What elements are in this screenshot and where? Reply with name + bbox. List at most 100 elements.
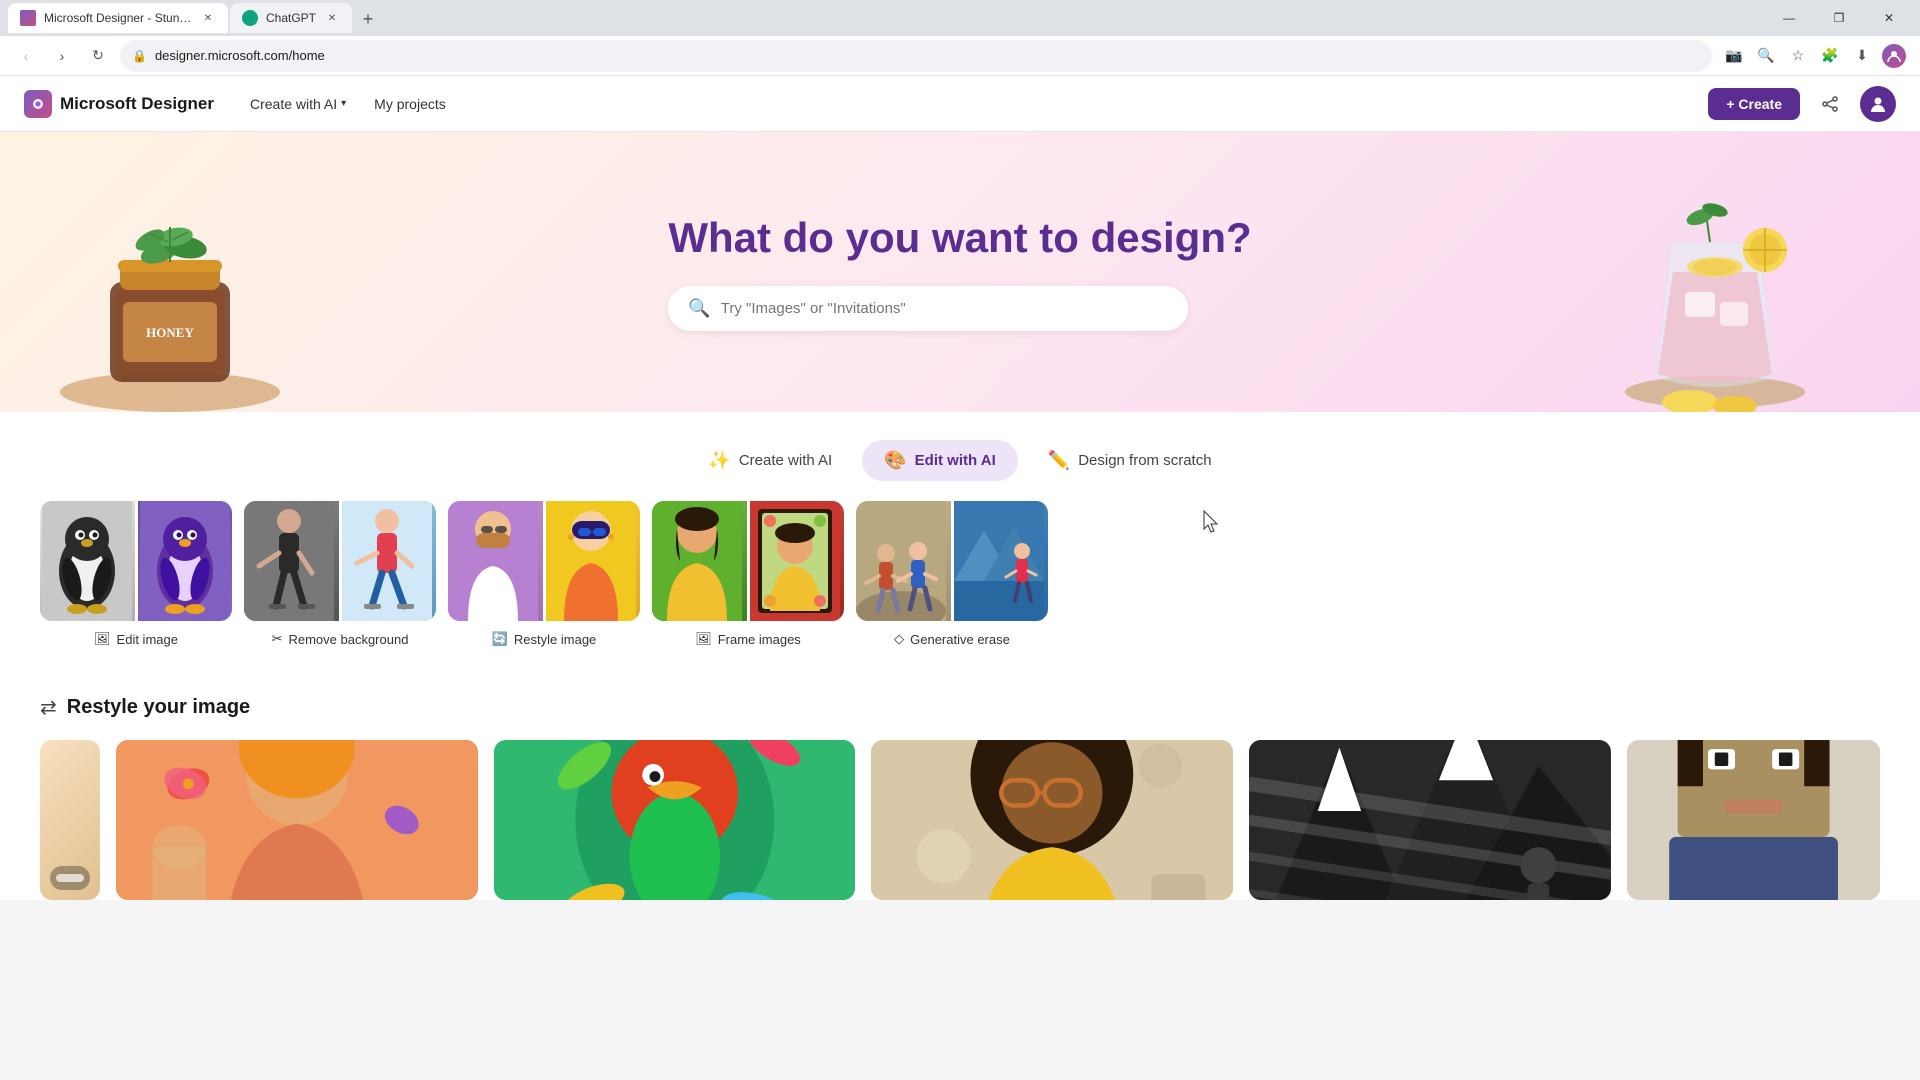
new-tab-button[interactable]: + xyxy=(354,5,382,33)
restyle-card-0[interactable] xyxy=(40,740,100,900)
close-button[interactable]: ✕ xyxy=(1866,3,1912,33)
chevron-down-icon: ▾ xyxy=(341,98,346,109)
zoom-icon[interactable]: 🔍 xyxy=(1752,42,1780,70)
hero-content: What do you want to design? 🔍 xyxy=(668,214,1251,331)
browser-tab-chatgpt[interactable]: ChatGPT ✕ xyxy=(230,3,352,33)
card-img-portrait-framed xyxy=(750,501,845,621)
refresh-button[interactable]: ↻ xyxy=(84,42,112,70)
maximize-button[interactable]: ❐ xyxy=(1816,3,1862,33)
screenshot-icon[interactable]: 📷 xyxy=(1720,42,1748,70)
restyle-card-2[interactable] xyxy=(494,740,856,900)
pencil-icon: ✏️ xyxy=(1048,450,1070,471)
download-icon[interactable]: ⬇ xyxy=(1848,42,1876,70)
card-generative-erase[interactable]: ◇ Generative erase xyxy=(856,501,1048,647)
restyle-card-5[interactable] xyxy=(1627,740,1880,900)
restyle-icon: 🔄 xyxy=(492,631,508,647)
app-header-right: + Create xyxy=(1708,86,1896,122)
edit-cards-row: 🖼 Edit image xyxy=(40,501,1880,647)
card-img-hikers-erased xyxy=(954,501,1049,621)
create-button[interactable]: + Create xyxy=(1708,88,1800,120)
restyle-card-4[interactable] xyxy=(1249,740,1611,900)
nav-my-projects[interactable]: My projects xyxy=(362,90,458,118)
tab-close-chatgpt[interactable]: ✕ xyxy=(324,10,340,26)
hero-section: HONEY What do you want to design? 🔍 xyxy=(0,132,1920,412)
card-img-hikers-photo xyxy=(856,501,951,621)
browser-tabs: Microsoft Designer - Stunning... ✕ ChatG… xyxy=(8,3,1762,33)
browser-titlebar: Microsoft Designer - Stunning... ✕ ChatG… xyxy=(0,0,1920,36)
lock-icon: 🔒 xyxy=(132,49,147,63)
card-restyle-preview xyxy=(448,501,640,621)
tab-design-scratch[interactable]: ✏️ Design from scratch xyxy=(1026,440,1234,481)
browser-toolbar: ‹ › ↻ 🔒 designer.microsoft.com/home 📷 🔍 … xyxy=(0,36,1920,76)
card-img-woman-cartoon xyxy=(546,501,641,621)
tab-close-designer[interactable]: ✕ xyxy=(200,10,216,26)
frame-text: Frame images xyxy=(718,632,801,647)
restyle-images-row xyxy=(40,740,1880,900)
browser-window-controls: — ❐ ✕ xyxy=(1766,3,1912,33)
tab-favicon-designer xyxy=(20,10,36,26)
card-restyle-image[interactable]: 🔄 Restyle image xyxy=(448,501,640,647)
address-bar[interactable]: 🔒 designer.microsoft.com/home xyxy=(120,40,1712,72)
restyle-header-icon: ⇄ xyxy=(40,695,57,720)
user-avatar[interactable] xyxy=(1860,86,1896,122)
app-name: Microsoft Designer xyxy=(60,94,214,114)
edit-image-icon: 🖼 xyxy=(94,631,111,647)
browser-toolbar-actions: 📷 🔍 ☆ 🧩 ⬇ xyxy=(1720,42,1908,70)
card-img-penguin-bw xyxy=(40,501,135,621)
restyle-card-3[interactable] xyxy=(871,740,1233,900)
card-restyle-label: 🔄 Restyle image xyxy=(492,631,597,647)
minimize-button[interactable]: — xyxy=(1766,3,1812,33)
card-erase-label: ◇ Generative erase xyxy=(894,631,1010,647)
nav-create-ai[interactable]: Create with AI ▾ xyxy=(238,90,358,118)
browser-chrome: Microsoft Designer - Stunning... ✕ ChatG… xyxy=(0,0,1920,76)
tab-favicon-chatgpt xyxy=(242,10,258,26)
hero-search-bar[interactable]: 🔍 xyxy=(668,286,1188,331)
nav-create-ai-label: Create with AI xyxy=(250,96,337,112)
forward-button[interactable]: › xyxy=(48,42,76,70)
erase-text: Generative erase xyxy=(910,632,1010,647)
restyle-text: Restyle image xyxy=(514,632,596,647)
card-remove-bg-preview xyxy=(244,501,436,621)
nav-my-projects-label: My projects xyxy=(374,96,446,112)
hero-title: What do you want to design? xyxy=(668,214,1251,262)
hero-decoration-right xyxy=(1560,162,1860,412)
card-img-portrait-photo xyxy=(652,501,747,621)
card-remove-background[interactable]: ✂ Remove background xyxy=(244,501,436,647)
app-container: Microsoft Designer Create with AI ▾ My p… xyxy=(0,76,1920,900)
tab-create-ai-label: Create with AI xyxy=(739,452,832,469)
edit-cards-section: 🖼 Edit image xyxy=(0,501,1920,679)
frame-icon: 🖼 xyxy=(695,631,712,647)
remove-bg-text: Remove background xyxy=(288,632,408,647)
tab-design-scratch-label: Design from scratch xyxy=(1078,452,1211,469)
back-button[interactable]: ‹ xyxy=(12,42,40,70)
tab-edit-ai[interactable]: 🎨 Edit with AI xyxy=(862,440,1018,481)
browser-tab-designer[interactable]: Microsoft Designer - Stunning... ✕ xyxy=(8,3,228,33)
card-edit-image-label: 🖼 Edit image xyxy=(94,631,178,647)
bookmark-star-icon[interactable]: ☆ xyxy=(1784,42,1812,70)
restyle-header-title: Restyle your image xyxy=(67,696,250,719)
restyle-card-1[interactable] xyxy=(116,740,478,900)
card-frame-preview xyxy=(652,501,844,621)
tab-create-ai[interactable]: ✨ Create with AI xyxy=(686,440,854,481)
share-button[interactable] xyxy=(1812,86,1848,122)
card-remove-bg-label: ✂ Remove background xyxy=(272,631,409,647)
sparkle-icon: ✨ xyxy=(708,450,730,471)
svg-text:HONEY: HONEY xyxy=(146,325,194,340)
card-img-penguin-color xyxy=(138,501,233,621)
scissors-icon: ✂ xyxy=(272,631,283,647)
erase-icon: ◇ xyxy=(894,631,904,647)
card-edit-image[interactable]: 🖼 Edit image xyxy=(40,501,232,647)
card-frame-images[interactable]: 🖼 Frame images xyxy=(652,501,844,647)
tab-title-chatgpt: ChatGPT xyxy=(266,11,316,25)
create-button-label: + Create xyxy=(1726,96,1782,112)
tab-edit-ai-label: Edit with AI xyxy=(915,452,996,469)
card-img-skater-photo xyxy=(244,501,339,621)
profile-icon[interactable] xyxy=(1880,42,1908,70)
search-input[interactable] xyxy=(721,300,1169,317)
edit-image-text: Edit image xyxy=(117,632,178,647)
extensions-icon[interactable]: 🧩 xyxy=(1816,42,1844,70)
app-logo[interactable]: Microsoft Designer xyxy=(24,90,214,118)
address-text: designer.microsoft.com/home xyxy=(155,48,1700,63)
card-erase-preview xyxy=(856,501,1048,621)
card-frame-label: 🖼 Frame images xyxy=(695,631,801,647)
